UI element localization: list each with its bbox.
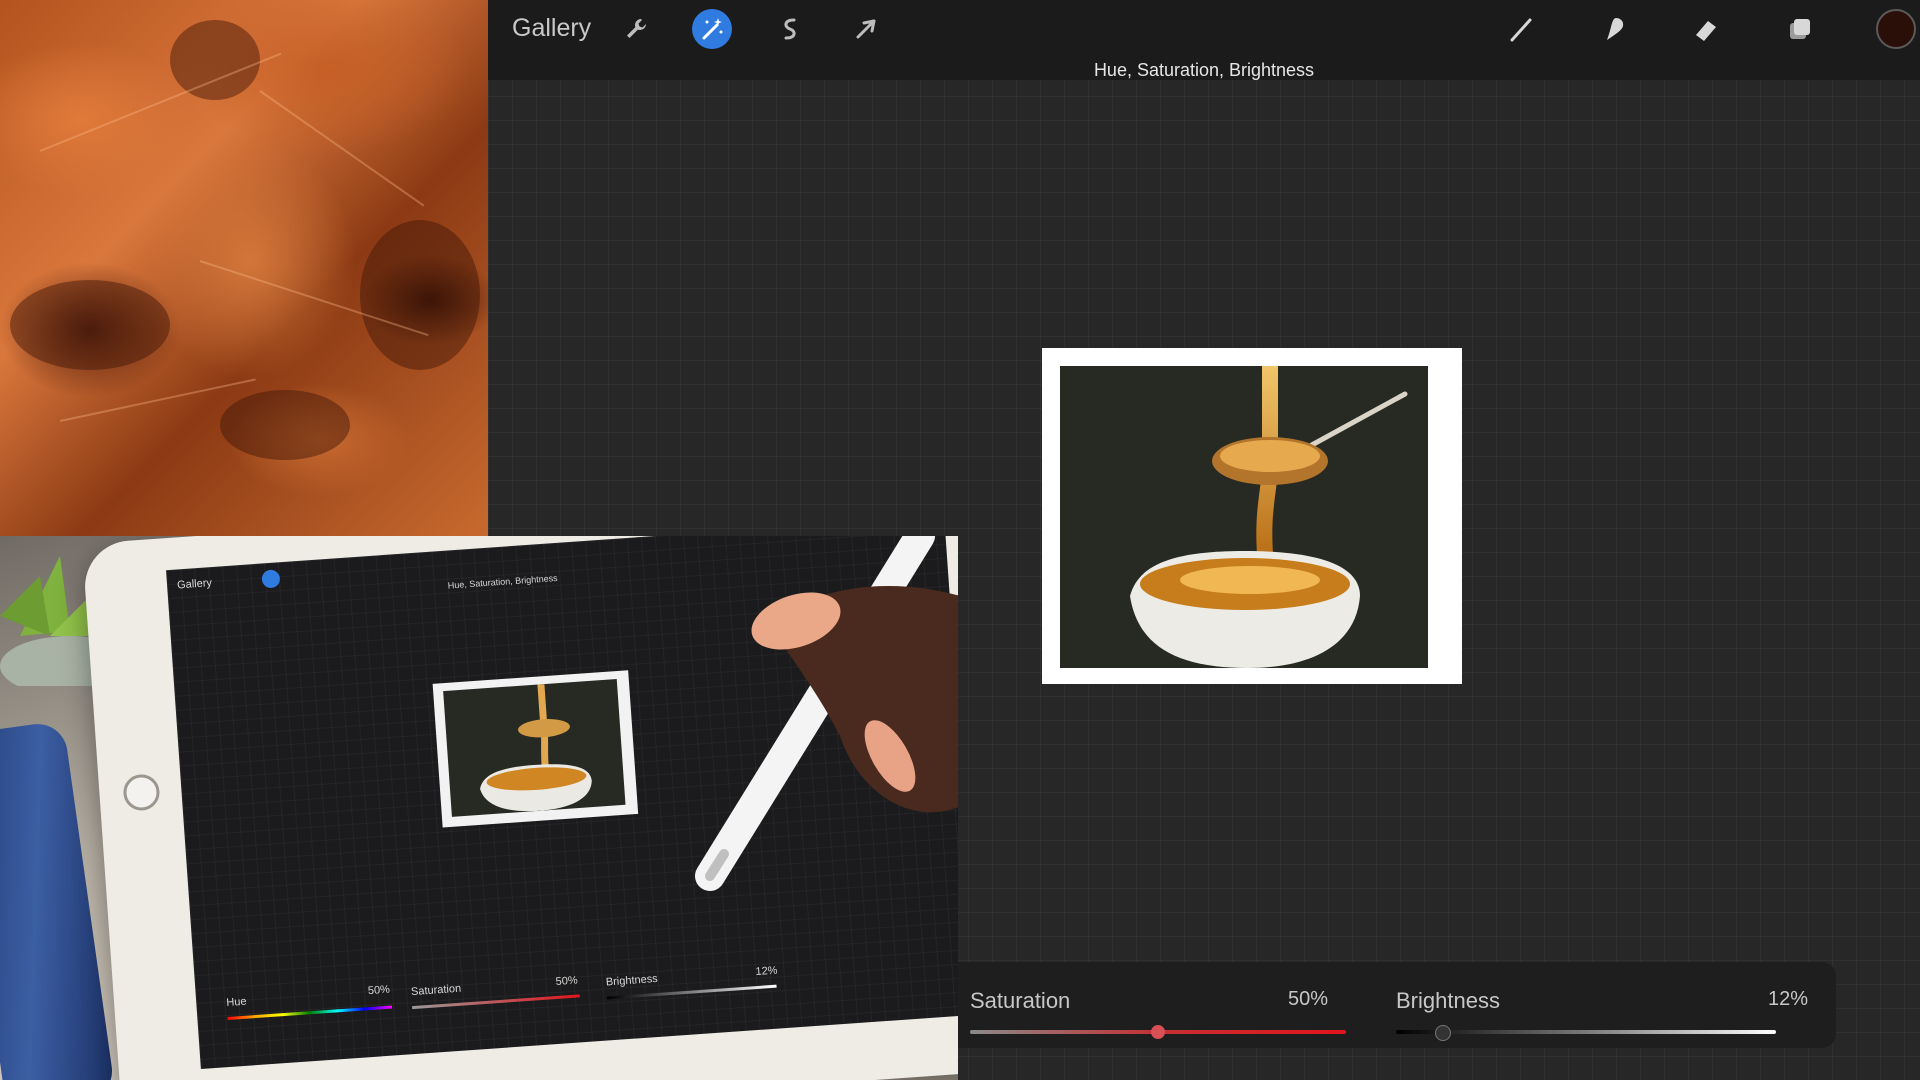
saturation-label: Saturation — [970, 988, 1071, 1013]
ipad-brightness-slider — [606, 984, 777, 1000]
adjustments-button[interactable] — [692, 9, 732, 49]
artwork-canvas[interactable] — [1042, 348, 1462, 684]
ipad-adjustment-title: Hue, Saturation, Brightness — [447, 572, 558, 591]
ipad-hue-slider — [227, 1005, 393, 1021]
ipad-artwork-canvas — [432, 670, 639, 828]
honey-painting — [1060, 366, 1428, 668]
brightness-slider[interactable] — [1396, 1030, 1776, 1034]
autumn-leaves-photo — [0, 0, 488, 536]
ipad-hue-value: 50% — [367, 983, 391, 998]
ipad-gallery-label: Gallery — [176, 577, 213, 592]
layers-button[interactable] — [1780, 9, 1820, 49]
ipad-hue-label: Hue — [225, 995, 247, 1010]
adjustment-panel: % Saturation 50% Brightness 12% — [904, 962, 1836, 1048]
adjustment-title: Hue, Saturation, Brightness — [1093, 60, 1315, 80]
layers-icon — [1790, 19, 1810, 39]
top-toolbar: Gallery Hue, Saturation, Brightness — [488, 0, 1920, 80]
eraser-button[interactable] — [1686, 9, 1726, 49]
ipad-saturation-label: Saturation — [410, 982, 462, 999]
color-button[interactable] — [1876, 9, 1916, 49]
magic-wand-icon — [702, 18, 723, 40]
brightness-label: Brightness — [1396, 988, 1500, 1013]
transform-arrow-icon — [856, 19, 876, 39]
eraser-icon — [1696, 21, 1716, 41]
ipad-brightness-label: Brightness — [605, 972, 659, 989]
saturation-value: 50% — [1288, 988, 1329, 1010]
hand-with-pencil — [695, 536, 958, 891]
smudge-button[interactable] — [1594, 9, 1634, 49]
color-swatch — [1876, 9, 1916, 49]
ipad-saturation-slider — [412, 994, 580, 1010]
brightness-value: 12% — [1768, 988, 1809, 1010]
camera-view: Gallery Hue, Saturation, Brightness Hue … — [0, 536, 958, 1080]
brightness-slider-knob[interactable] — [1434, 1025, 1451, 1041]
gallery-button[interactable]: Gallery — [512, 14, 591, 43]
selection-button[interactable] — [770, 9, 810, 49]
ipad-adjustments-button — [261, 569, 281, 589]
selection-icon — [784, 18, 796, 40]
home-button[interactable] — [122, 773, 161, 812]
smudge-icon — [1607, 18, 1624, 40]
saturation-slider-knob[interactable] — [1151, 1025, 1165, 1039]
brush-button[interactable] — [1502, 9, 1542, 49]
brush-icon — [1510, 18, 1532, 42]
transform-button[interactable] — [846, 9, 886, 49]
ipad-brightness-value: 12% — [755, 964, 778, 979]
actions-button[interactable] — [616, 9, 656, 49]
ipad-saturation-value: 50% — [555, 974, 579, 989]
ipad-honey-painting — [443, 679, 626, 817]
wrench-icon — [627, 19, 646, 38]
